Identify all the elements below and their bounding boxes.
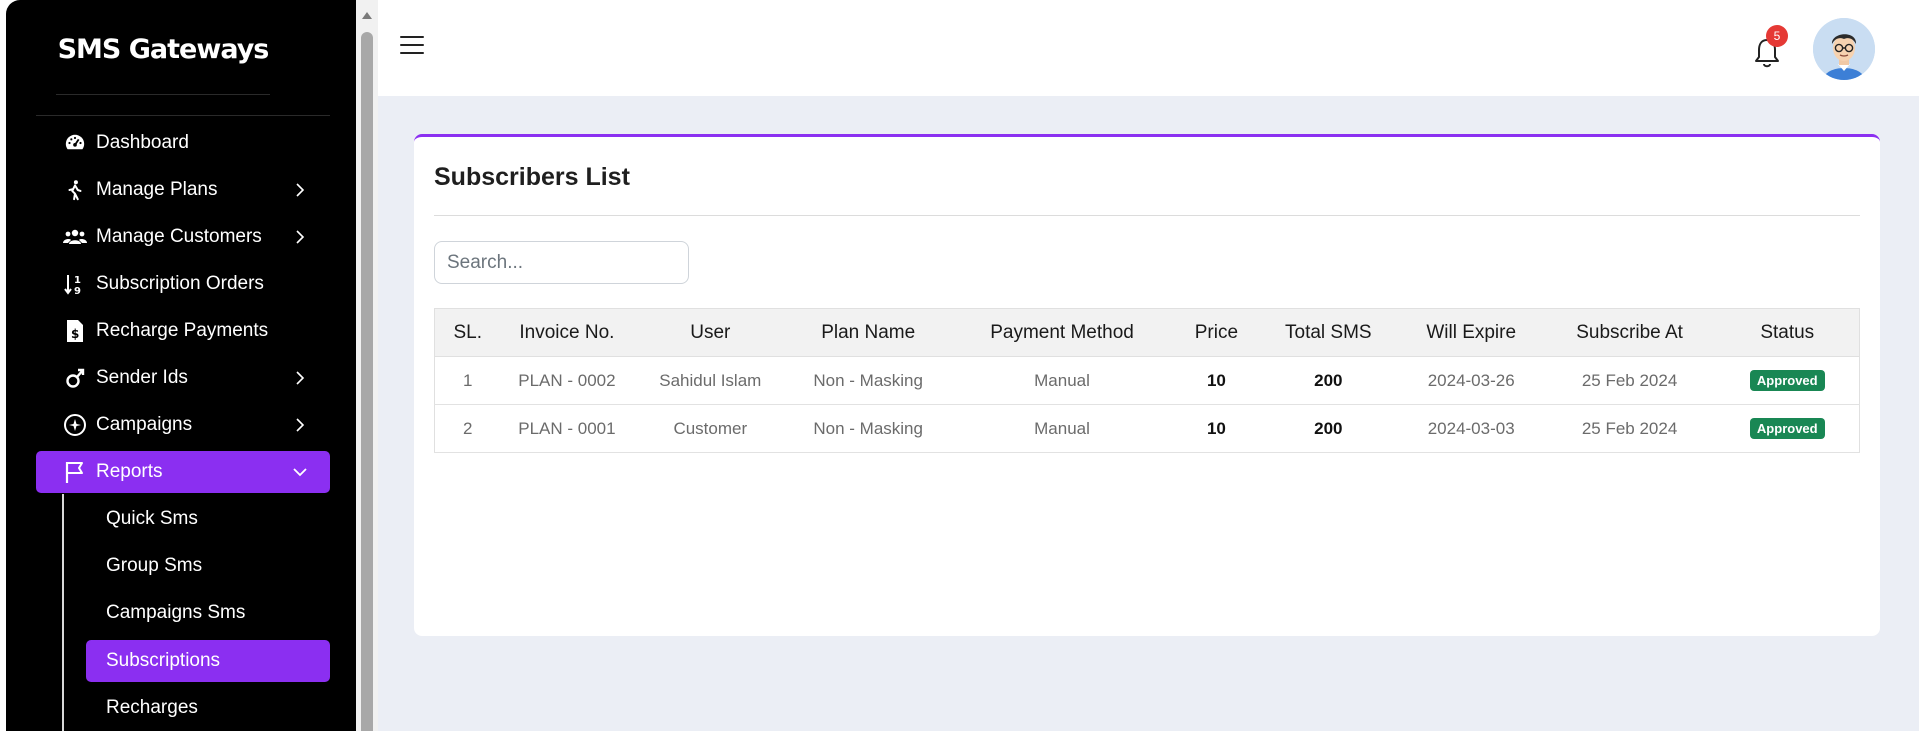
page-title: Subscribers List [434,163,630,191]
submenu-line [62,494,64,731]
sidebar-subitem-group-sms[interactable]: Group Sms [86,545,330,587]
sidebar-item-subscription-orders[interactable]: 19 Subscription Orders [36,263,330,305]
subscribers-table: SL. Invoice No. User Plan Name Payment M… [434,308,1860,453]
cell-payment-method: Manual [949,356,1175,405]
sidebar-scrollbar[interactable] [356,0,378,731]
chevron-right-icon [296,418,305,432]
cell-invoice: PLAN - 0001 [500,404,634,453]
column-header[interactable]: SL. [434,308,501,357]
cell-sl: 1 [434,356,501,405]
cell-user: Customer [633,404,788,453]
divider [434,215,1860,216]
cell-subscribe-at: 25 Feb 2024 [1543,404,1716,453]
cell-payment-method: Manual [949,404,1175,453]
campaign-icon [62,412,88,438]
column-header[interactable]: Price [1174,308,1258,357]
scroll-up-arrow-icon[interactable] [362,12,372,19]
brand-logo[interactable]: SMS Gateways [6,34,320,65]
sidebar-item-label: Subscription Orders [96,273,264,294]
sidebar-item-label: Recharge Payments [96,320,269,341]
cell-expire: 2024-03-26 [1398,356,1544,405]
sidebar-item-dashboard[interactable]: Dashboard [36,122,330,164]
chevron-right-icon [296,230,305,244]
sidebar-item-sender-ids[interactable]: Sender Ids [36,357,330,399]
sidebar-item-manage-plans[interactable]: Manage Plans [36,169,330,211]
chevron-down-icon [293,468,307,477]
table-row: 1 PLAN - 0002 Sahidul Islam Non - Maskin… [434,356,1860,405]
cell-sl: 2 [434,404,501,453]
subscribers-card: Subscribers List SL. Invoice No. User Pl… [414,134,1880,636]
column-header[interactable]: Plan Name [787,308,950,357]
sidebar-subitem-label: Quick Sms [106,508,198,529]
cell-total-sms: 200 [1257,356,1399,405]
notification-badge: 5 [1766,25,1788,47]
sidebar-item-reports[interactable]: Reports [36,451,330,493]
cell-expire: 2024-03-03 [1398,404,1544,453]
avatar[interactable] [1813,18,1875,80]
invoice-dollar-icon: $ [62,318,88,344]
sidebar-item-label: Reports [96,461,163,482]
column-header[interactable]: Status [1715,308,1860,357]
cell-total-sms: 200 [1257,404,1399,453]
sidebar-subitem-quick-sms[interactable]: Quick Sms [86,498,330,540]
users-icon [62,224,88,250]
menu-toggle-icon[interactable] [400,36,424,56]
column-header[interactable]: Total SMS [1257,308,1399,357]
cell-user: Sahidul Islam [633,356,788,405]
column-header[interactable]: Payment Method [949,308,1175,357]
column-header[interactable]: Subscribe At [1543,308,1716,357]
status-badge: Approved [1749,418,1825,439]
sidebar-subitem-subscriptions[interactable]: Subscriptions [86,640,330,682]
sidebar-item-campaigns[interactable]: Campaigns [36,404,330,446]
cell-status: Approved [1715,356,1860,405]
cell-invoice: PLAN - 0002 [500,356,634,405]
svg-text:9: 9 [74,286,81,296]
sidebar-subitem-label: Campaigns Sms [106,602,246,623]
divider [36,115,330,116]
svg-text:1: 1 [74,275,81,286]
dashboard-gauge-icon [62,130,88,156]
search-input[interactable] [434,241,689,284]
flag-icon [62,459,88,485]
column-header[interactable]: Will Expire [1398,308,1544,357]
cell-plan: Non - Masking [787,404,950,453]
sidebar-item-label: Manage Plans [96,179,218,200]
table-header-row: SL. Invoice No. User Plan Name Payment M… [434,308,1860,357]
sort-arrows-icon: 19 [62,271,88,297]
cell-subscribe-at: 25 Feb 2024 [1543,356,1716,405]
cell-plan: Non - Masking [787,356,950,405]
sidebar-item-label: Dashboard [96,132,189,153]
walking-person-icon [62,177,88,203]
sidebar-subitem-campaigns-sms[interactable]: Campaigns Sms [86,592,330,634]
sidebar-subitem-label: Group Sms [106,555,203,576]
sidebar-item-recharge-payments[interactable]: $ Recharge Payments [36,310,330,352]
sidebar-subitem-label: Subscriptions [106,650,221,671]
cell-price: 10 [1174,404,1258,453]
svg-text:$: $ [71,327,79,341]
topbar: 5 [378,0,1919,96]
cell-status: Approved [1715,404,1860,453]
chevron-right-icon [296,183,305,197]
genderless-icon [62,365,88,391]
column-header[interactable]: Invoice No. [500,308,634,357]
divider [56,94,270,95]
chevron-right-icon [296,371,305,385]
main-content: 5 Subscribers List SL. [378,0,1919,731]
sidebar-item-manage-customers[interactable]: Manage Customers [36,216,330,258]
sidebar-item-label: Manage Customers [96,226,262,247]
scroll-thumb[interactable] [361,32,373,731]
sidebar-item-label: Campaigns [96,414,193,435]
sidebar-item-label: Sender Ids [96,367,188,388]
status-badge: Approved [1749,370,1825,391]
table-row: 2 PLAN - 0001 Customer Non - Masking Man… [434,404,1860,453]
sidebar: SMS Gateways Dashboard Manage Plans Mana… [6,0,356,731]
sidebar-subitem-recharges[interactable]: Recharges [86,687,330,729]
column-header[interactable]: User [633,308,788,357]
sidebar-subitem-label: Recharges [106,697,198,718]
cell-price: 10 [1174,356,1258,405]
